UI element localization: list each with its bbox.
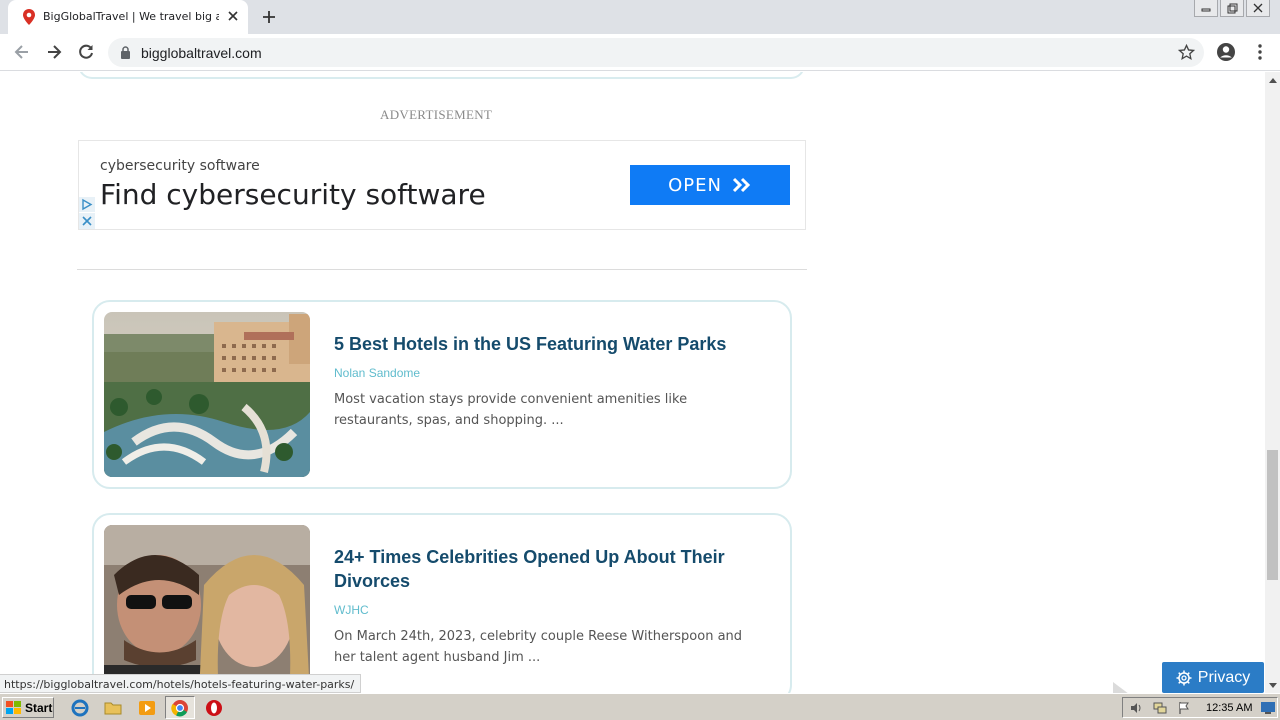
address-bar[interactable]: bigglobaltravel.com (108, 38, 1204, 67)
ad-headline[interactable]: Find cybersecurity software (100, 178, 486, 211)
article-author[interactable]: WJHC (334, 603, 369, 617)
media-player-icon[interactable] (138, 699, 156, 717)
clock[interactable]: 12:35 AM (1206, 702, 1252, 714)
folder-icon[interactable] (104, 699, 122, 717)
article-author[interactable]: Nolan Sandome (334, 366, 420, 380)
speaker-icon[interactable] (1129, 701, 1143, 715)
privacy-button[interactable]: Privacy (1162, 662, 1264, 693)
close-tab-icon[interactable] (226, 9, 240, 23)
menu-kebab-icon[interactable] (1250, 42, 1270, 62)
section-divider (77, 269, 807, 270)
article-title[interactable]: 24+ Times Celebrities Opened Up About Th… (334, 545, 754, 593)
close-window-icon (1253, 3, 1263, 13)
show-desktop-icon[interactable] (1261, 702, 1275, 714)
start-label: Start (25, 700, 53, 715)
forward-icon[interactable] (44, 42, 64, 62)
gear-icon (1176, 670, 1192, 685)
new-tab-icon[interactable] (260, 8, 278, 26)
browser-toolbar: bigglobaltravel.com (0, 34, 1280, 71)
back-icon[interactable] (12, 42, 32, 62)
restore-button[interactable] (1220, 0, 1244, 17)
article-image-celebrities[interactable] (104, 525, 310, 690)
ad-open-label: OPEN (668, 174, 722, 196)
minimize-icon (1201, 8, 1211, 12)
article-excerpt: On March 24th, 2023, celebrity couple Re… (334, 629, 743, 665)
bookmark-star-icon[interactable] (1178, 44, 1195, 61)
ad-banner[interactable]: cybersecurity software Find cybersecurit… (78, 140, 806, 230)
taskbar: Start 12:35 AM (0, 693, 1280, 720)
adchoices-icon[interactable] (79, 197, 95, 229)
scroll-down-arrow-icon (1268, 682, 1277, 688)
ad-open-button[interactable]: OPEN (630, 165, 790, 205)
chrome-icon (171, 700, 188, 717)
page-viewport: ADVERTISEMENT cybersecurity software Fin… (0, 72, 1265, 693)
lock-icon[interactable] (120, 46, 131, 59)
resort-waterpark-image (104, 312, 310, 477)
scroll-up-button[interactable] (1265, 72, 1280, 87)
privacy-label: Privacy (1197, 668, 1251, 686)
scroll-up-arrow-icon (1268, 77, 1277, 83)
scrollbar-thumb[interactable] (1267, 450, 1278, 580)
scroll-down-button[interactable] (1265, 678, 1280, 693)
internet-explorer-icon[interactable] (71, 699, 89, 717)
reload-icon[interactable] (76, 42, 96, 62)
action-center-flag-icon[interactable] (1177, 701, 1191, 715)
link-status-bubble: https://bigglobaltravel.com/hotels/hotel… (0, 674, 362, 693)
map-pin-icon (23, 9, 35, 25)
tab-strip: BigGlobalTravel | We travel big and o (0, 0, 1280, 34)
window-controls (1194, 0, 1270, 18)
minimize-button[interactable] (1194, 0, 1218, 17)
windows-logo-icon (6, 700, 21, 714)
celebrity-couple-image (104, 525, 310, 690)
close-window-button[interactable] (1246, 0, 1270, 17)
previous-card-bottom (78, 72, 805, 79)
article-card[interactable]: 24+ Times Celebrities Opened Up About Th… (92, 513, 792, 693)
restore-icon (1227, 3, 1237, 13)
vertical-scrollbar[interactable] (1265, 72, 1280, 693)
profile-icon[interactable] (1216, 42, 1236, 62)
article-excerpt: Most vacation stays provide convenient a… (334, 392, 688, 428)
double-chevron-right-icon (732, 177, 751, 193)
system-tray: 12:35 AM (1122, 697, 1278, 718)
opera-icon[interactable] (205, 699, 223, 717)
article-title[interactable]: 5 Best Hotels in the US Featuring Water … (334, 332, 754, 356)
start-button[interactable]: Start (2, 697, 54, 718)
ad-small-text[interactable]: cybersecurity software (100, 158, 260, 174)
chrome-taskbar-button[interactable] (165, 696, 195, 719)
article-image-resort[interactable] (104, 312, 310, 477)
advertisement-label: ADVERTISEMENT (380, 107, 493, 122)
network-icon[interactable] (1153, 701, 1167, 715)
browser-tab[interactable]: BigGlobalTravel | We travel big and o (8, 0, 248, 34)
url-text[interactable]: bigglobaltravel.com (141, 45, 262, 61)
article-card[interactable]: 5 Best Hotels in the US Featuring Water … (92, 300, 792, 489)
tab-title: BigGlobalTravel | We travel big and o (43, 10, 219, 23)
